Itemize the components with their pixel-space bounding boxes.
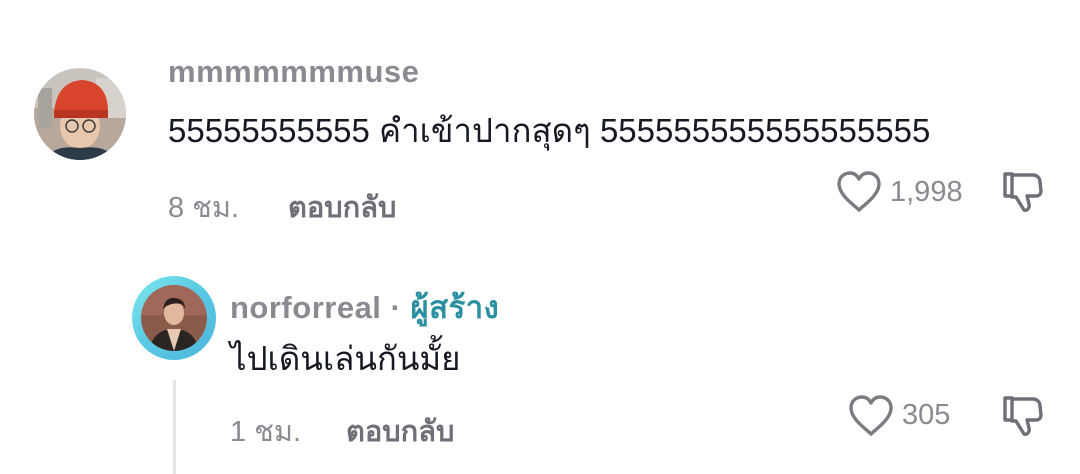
reply-button[interactable]: ตอบกลับ xyxy=(288,184,396,230)
thumbs-down-icon xyxy=(1003,172,1043,212)
creator-badge: ผู้สร้าง xyxy=(410,290,500,325)
user-avatar-image xyxy=(34,68,126,160)
reply-button[interactable]: ตอบกลับ xyxy=(346,408,454,454)
thumbs-down-icon xyxy=(1003,396,1043,436)
reply-username[interactable]: norforreal xyxy=(230,290,381,325)
creator-avatar[interactable] xyxy=(141,285,207,351)
dislike-button[interactable] xyxy=(1000,392,1046,438)
avatar[interactable] xyxy=(34,68,126,160)
heart-outline-icon xyxy=(849,395,893,436)
reply-timestamp: 1 ชม. xyxy=(230,416,302,448)
comment-timestamp: 8 ชม. xyxy=(168,192,240,224)
creator-avatar-image xyxy=(141,285,207,351)
like-button[interactable] xyxy=(848,394,894,438)
reply-header: norforreal · ผู้สร้าง xyxy=(230,282,499,332)
like-button[interactable] xyxy=(836,170,882,214)
like-count: 1,998 xyxy=(890,176,963,208)
comment-username[interactable]: mmmmmmmuse xyxy=(168,54,419,90)
reply-text: ไปเดินเล่นกันมั้ย xyxy=(230,340,461,377)
separator-dot: · xyxy=(390,290,402,325)
comment-text: 55555555555 คำเข้าปากสุดๆ 55555555555555… xyxy=(168,112,931,149)
heart-outline-icon xyxy=(837,171,881,212)
like-count: 305 xyxy=(902,399,951,431)
dislike-button[interactable] xyxy=(1000,168,1046,214)
thread-line xyxy=(173,380,176,474)
